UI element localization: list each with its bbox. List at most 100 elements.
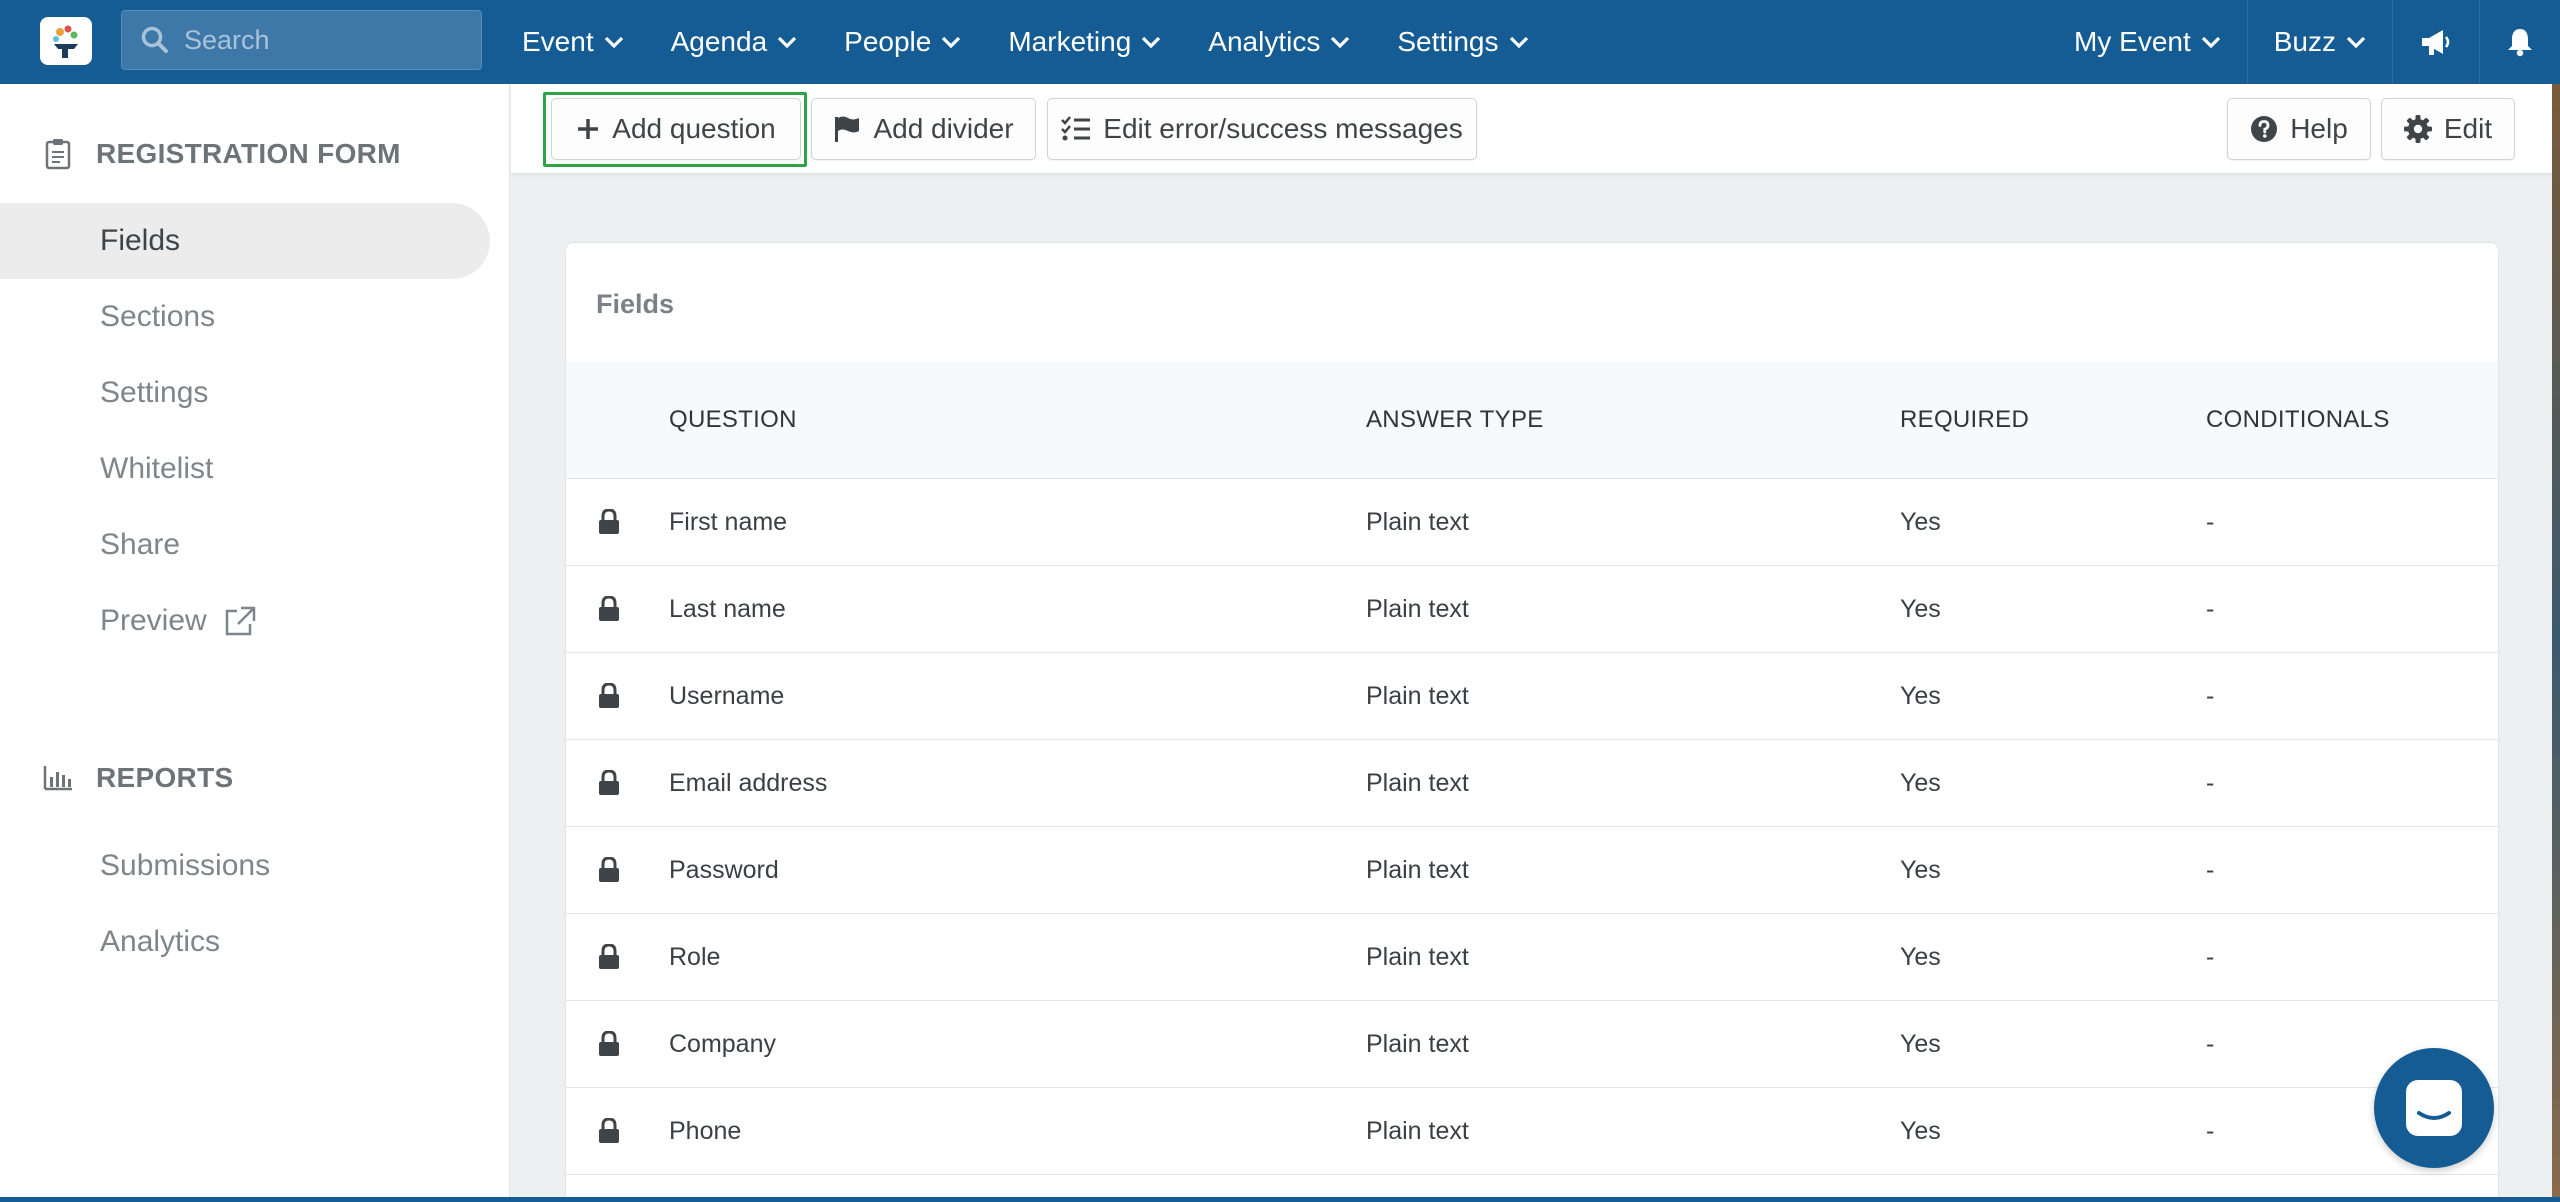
search-input[interactable]	[184, 24, 474, 56]
table-row[interactable]: Username Plain text Yes -	[566, 653, 2498, 740]
cell-answer-type: Plain text	[1366, 507, 1469, 536]
notifications-button[interactable]	[2479, 0, 2560, 84]
cell-required: Yes	[1900, 942, 1941, 971]
cell-required: Yes	[1900, 594, 1941, 623]
edit-label: Edit	[2443, 113, 2493, 144]
cell-question: First name	[669, 507, 788, 536]
cell-conditionals: -	[2206, 1029, 2215, 1058]
sidebar-item-label: Share	[100, 528, 181, 561]
question-circle-icon	[2250, 115, 2278, 143]
top-right-menu: My Event Buzz	[2048, 0, 2560, 84]
table-row[interactable]: Company Plain text Yes -	[566, 1001, 2498, 1088]
table-row[interactable]: Last name Plain text Yes -	[566, 566, 2498, 653]
sidebar-item-label: Sections	[100, 300, 216, 333]
bar-chart-icon	[40, 765, 76, 791]
menu-settings[interactable]: Settings	[1397, 26, 1528, 58]
add-question-label: Add question	[612, 113, 776, 144]
table-row[interactable]: Role Plain text Yes -	[566, 914, 2498, 1001]
sidebar-item-submissions[interactable]: Submissions	[0, 828, 490, 904]
cell-question: Last name	[669, 594, 786, 623]
menu-event[interactable]: Event	[522, 26, 624, 58]
lock-icon	[598, 566, 620, 652]
column-header-answer-type[interactable]: ANSWER TYPE	[1366, 361, 1544, 479]
reports-title: REPORTS	[96, 762, 234, 793]
cell-question: Password	[669, 855, 779, 884]
sidebar-item-share[interactable]: Share	[0, 507, 490, 583]
checklist-icon	[1061, 116, 1091, 142]
my-event-menu[interactable]: My Event	[2048, 0, 2247, 84]
search-box[interactable]	[121, 10, 482, 70]
cell-question: Phone	[669, 1116, 742, 1145]
top-navigation-bar: Event Agenda People Marketing Analytics …	[0, 0, 2560, 84]
sidebar-item-label: Analytics	[100, 925, 221, 958]
lock-icon	[598, 827, 620, 913]
lock-icon	[598, 653, 620, 739]
bottom-border	[0, 1197, 2560, 1202]
help-label: Help	[2290, 113, 2348, 144]
gear-icon	[2403, 115, 2432, 143]
buzz-label: Buzz	[2273, 26, 2336, 57]
menu-marketing[interactable]: Marketing	[1008, 26, 1161, 58]
cell-answer-type: Plain text	[1366, 855, 1469, 884]
cell-required: Yes	[1900, 1029, 1941, 1058]
cell-answer-type: Plain text	[1366, 681, 1469, 710]
plus-icon	[576, 117, 600, 141]
cell-question: Username	[669, 681, 785, 710]
table-row[interactable]: Phone Plain text Yes -	[566, 1088, 2498, 1175]
sidebar-item-label: Fields	[100, 224, 181, 257]
menu-analytics[interactable]: Analytics	[1208, 26, 1350, 58]
sidebar-item-fields[interactable]: Fields	[0, 203, 490, 279]
chat-launcher-button[interactable]	[2374, 1048, 2494, 1168]
app-logo[interactable]	[40, 17, 92, 65]
edit-messages-label: Edit error/success messages	[1103, 113, 1463, 144]
table-row[interactable]: Email address Plain text Yes -	[566, 740, 2498, 827]
chevron-down-icon	[778, 36, 797, 49]
announcements-button[interactable]	[2392, 0, 2479, 84]
table-row[interactable]: First name Plain text Yes -	[566, 479, 2498, 566]
lock-icon	[598, 740, 620, 826]
sidebar-item-label: Settings	[100, 376, 209, 409]
column-header-question[interactable]: QUESTION	[669, 361, 797, 479]
cell-required: Yes	[1900, 768, 1941, 797]
cell-required: Yes	[1900, 681, 1941, 710]
chevron-down-icon	[1331, 36, 1350, 49]
buzz-menu[interactable]: Buzz	[2246, 0, 2392, 84]
flag-icon	[833, 115, 861, 143]
column-header-conditionals[interactable]: CONDITIONALS	[2206, 361, 2390, 479]
column-header-required[interactable]: REQUIRED	[1900, 361, 2029, 479]
megaphone-icon	[2422, 30, 2450, 55]
cell-conditionals: -	[2206, 768, 2215, 797]
clipboard-icon	[40, 138, 76, 170]
menu-label: Agenda	[670, 26, 768, 57]
sidebar-item-settings[interactable]: Settings	[0, 355, 490, 431]
sidebar-item-analytics[interactable]: Analytics	[0, 904, 490, 980]
menu-people[interactable]: People	[844, 26, 961, 58]
menu-label: Event	[522, 26, 594, 57]
edit-button[interactable]: Edit	[2381, 98, 2515, 160]
menu-label: Settings	[1397, 26, 1499, 57]
chat-icon	[2406, 1080, 2462, 1136]
add-question-button[interactable]: Add question	[551, 98, 801, 160]
lock-icon	[598, 1088, 620, 1174]
sidebar-item-whitelist[interactable]: Whitelist	[0, 431, 490, 507]
sidebar-item-sections[interactable]: Sections	[0, 279, 490, 355]
menu-agenda[interactable]: Agenda	[671, 26, 798, 58]
chevron-down-icon	[604, 36, 623, 49]
sidebar-item-label: Whitelist	[100, 452, 214, 485]
table-row[interactable]: Password Plain text Yes -	[566, 827, 2498, 914]
edit-messages-button[interactable]: Edit error/success messages	[1047, 98, 1477, 160]
cell-answer-type: Plain text	[1366, 1029, 1469, 1058]
sidebar-item-preview[interactable]: Preview	[0, 583, 490, 659]
add-divider-button[interactable]: Add divider	[811, 98, 1036, 160]
cell-conditionals: -	[2206, 507, 2215, 536]
chevron-down-icon	[2201, 36, 2220, 49]
logo-icon	[53, 25, 78, 58]
my-event-label: My Event	[2074, 26, 2191, 57]
card-title: Fields	[596, 289, 675, 319]
help-button[interactable]: Help	[2227, 98, 2371, 160]
sidebar-item-label: Preview	[100, 604, 207, 637]
table-header: QUESTION ANSWER TYPE REQUIRED CONDITIONA…	[566, 361, 2498, 479]
cell-question: Company	[669, 1029, 776, 1058]
lock-icon	[598, 1001, 620, 1087]
add-divider-label: Add divider	[873, 113, 1014, 144]
